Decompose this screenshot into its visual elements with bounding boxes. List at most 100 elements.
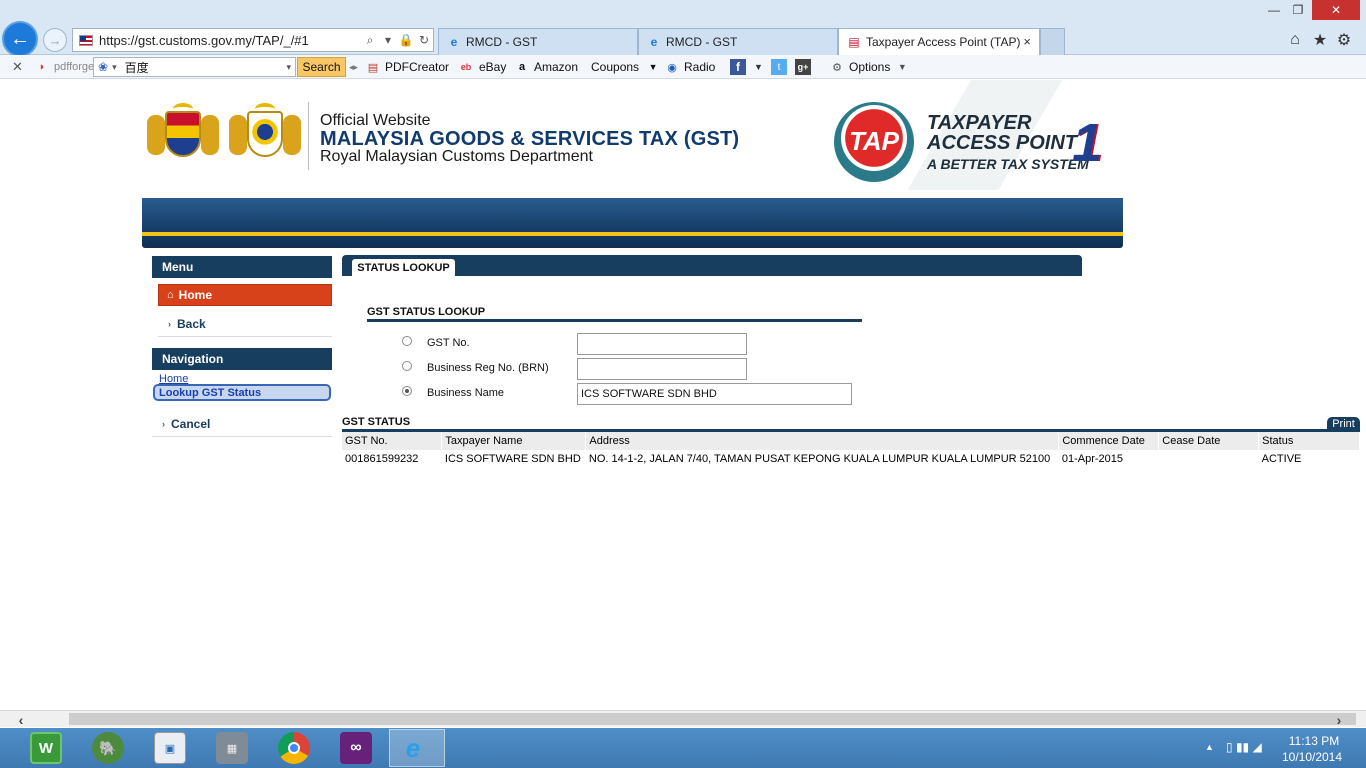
menu-heading: Menu [152,256,332,278]
home-icon[interactable]: ⌂ [1285,30,1305,50]
toolbar-search-value[interactable]: 百度 [125,59,287,76]
dropdown-caret-icon[interactable]: ▾ [379,33,397,47]
tap-logo: TAP [834,102,914,182]
malaysia-coat-of-arms-icon [145,103,221,167]
lock-icon[interactable]: 🔒 [397,33,415,47]
radio-button[interactable]: ◉ Radio [664,57,715,77]
business-name-radio[interactable] [402,386,412,396]
chrome-icon[interactable] [278,732,310,764]
brick-wall-icon[interactable]: ▦ [216,732,248,764]
column-header-commence-date[interactable]: Commence Date [1058,432,1160,450]
browser-tab-tap[interactable]: ▤ Taxpayer Access Point (TAP) × [838,28,1040,55]
favorites-star-icon[interactable]: ★ [1310,30,1330,50]
window-close-button[interactable]: ✕ [1312,0,1360,20]
options-dropdown[interactable]: ⚙ Options ▼ [829,57,914,77]
amazon-label: Amazon [534,60,579,74]
window-maximize-button[interactable]: ❐ [1286,0,1310,20]
brn-field[interactable] [577,358,747,380]
new-tab-button[interactable] [1040,28,1065,55]
chevron-down-icon[interactable]: ▼ [754,57,763,77]
gear-icon[interactable]: ⚙ [1334,30,1354,50]
radio-icon: ◉ [667,61,677,74]
clock-date[interactable]: 10/10/2014 [1280,750,1344,764]
toolbar-close-button[interactable]: ✕ [12,57,23,77]
app-window-icon[interactable]: ▣ [154,732,186,764]
twitter-icon[interactable]: t [771,59,787,75]
pdf-icon: ▤ [367,61,379,74]
browser-toolbar: ✕ ◗ pdfforge ❀ ▾ 百度 ▾ Search ◂▸ ▤ PDFCre… [0,55,1366,79]
google-plus-icon[interactable]: g+ [795,59,811,75]
column-header-address[interactable]: Address [585,432,1060,450]
radio-label: Radio [684,60,716,74]
navigation-heading: Navigation [152,348,332,370]
column-header-gst-no[interactable]: GST No. [342,432,443,450]
cell-address: NO. 14-1-2, JALAN 7/40, TAMAN PUSAT KEPO… [588,453,1051,465]
brn-radio[interactable] [402,361,412,371]
facebook-icon[interactable]: f [730,59,746,75]
table-row[interactable]: 001861599232 ICS SOFTWARE SDN BHD NO. 14… [342,450,1360,468]
gst-no-field[interactable] [577,333,747,355]
gst-status-table: GST No. Taxpayer Name Address Commence D… [342,432,1360,468]
pdfforge-label: pdfforge [54,61,95,73]
menu-cancel-link[interactable]: › Cancel [152,411,332,437]
ebay-button[interactable]: eb eBay [457,57,507,77]
toolbar-search-input[interactable]: ❀ ▾ 百度 ▾ [93,57,296,77]
gst-no-radio[interactable] [402,336,412,346]
toolbar-search-button[interactable]: Search [297,57,346,77]
search-icon[interactable]: ⌕ [361,33,379,48]
horizontal-scrollbar[interactable]: ‹ › [0,710,1366,728]
breadcrumb-lookup-link[interactable]: Lookup GST Status [153,384,331,401]
tap-slogan: A BETTER TAX SYSTEM [927,156,1089,172]
forward-arrow-icon[interactable]: → [43,28,67,52]
scroll-left-icon[interactable]: ‹ [10,711,32,728]
site-flag-icon [79,34,93,46]
ie-icon: e [650,35,658,49]
tab-title: RMCD - GST [666,35,738,49]
business-name-label: Business Name [427,387,505,399]
column-header-cease-date[interactable]: Cease Date [1158,432,1260,450]
menu-back-label: Back [177,316,206,331]
pdfcreator-button[interactable]: ▤ PDFCreator [365,57,449,77]
gear-icon: ⚙ [832,61,842,74]
browser-tab-rmcd-2[interactable]: e RMCD - GST [638,28,838,55]
scroll-right-icon[interactable]: › [1328,711,1350,728]
chevron-down-icon[interactable]: ▾ [286,62,291,73]
business-name-field[interactable] [577,383,852,405]
address-bar[interactable]: https://gst.customs.gov.my/TAP/_/#1 ⌕ ▾ … [72,28,434,52]
back-arrow-icon[interactable]: ← [2,21,38,57]
column-header-taxpayer-name[interactable]: Taxpayer Name [441,432,587,450]
refresh-icon[interactable]: ↻ [415,33,433,47]
evernote-icon[interactable]: 🐘 [92,732,124,764]
tab-close-icon[interactable]: × [1023,34,1031,49]
pdfforge-logo[interactable]: ◗ pdfforge [34,57,95,77]
cell-commence-date: 01-Apr-2015 [1061,453,1123,465]
ebay-label: eBay [479,60,507,74]
toolbar-resize-icon[interactable]: ◂▸ [349,57,358,77]
section-divider [367,319,862,322]
tab-title: Taxpayer Access Point (TAP) [866,35,1021,49]
menu-home-button[interactable]: ⌂ Home [158,284,332,306]
menu-back-link[interactable]: › Back [158,311,332,337]
scrollbar-thumb[interactable] [69,713,1356,725]
cell-taxpayer-name: ICS SOFTWARE SDN BHD [444,453,581,465]
customs-crest-icon [227,103,303,167]
department-name: Royal Malaysian Customs Department [320,148,593,165]
w-app-icon[interactable]: W [30,732,62,764]
column-header-status[interactable]: Status [1258,432,1360,450]
tray-expand-icon[interactable]: ▲ [1205,742,1214,752]
browser-tab-rmcd-1[interactable]: e RMCD - GST [438,28,638,55]
tab-status-lookup[interactable]: STATUS LOOKUP [352,259,455,277]
amazon-button[interactable]: a Amazon [514,57,578,77]
internet-explorer-icon[interactable]: e [397,732,429,764]
clock-time[interactable]: 11:13 PM [1284,734,1344,748]
chevron-down-icon[interactable]: ▾ [112,62,117,73]
browser-chrome: ← → https://gst.customs.gov.my/TAP/_/#1 … [0,0,1366,57]
cell-status: ACTIVE [1261,453,1302,465]
url-text[interactable]: https://gst.customs.gov.my/TAP/_/#1 [99,33,361,48]
visual-studio-icon[interactable]: ∞ [340,732,372,764]
coupons-dropdown[interactable]: Coupons ▼ [591,57,665,77]
chevron-down-icon: ▼ [897,62,907,72]
ie-icon: e [450,35,458,49]
tray-icons[interactable]: ▯ ▮▮ ◢ [1226,740,1262,754]
window-minimize-button[interactable]: — [1262,0,1286,20]
